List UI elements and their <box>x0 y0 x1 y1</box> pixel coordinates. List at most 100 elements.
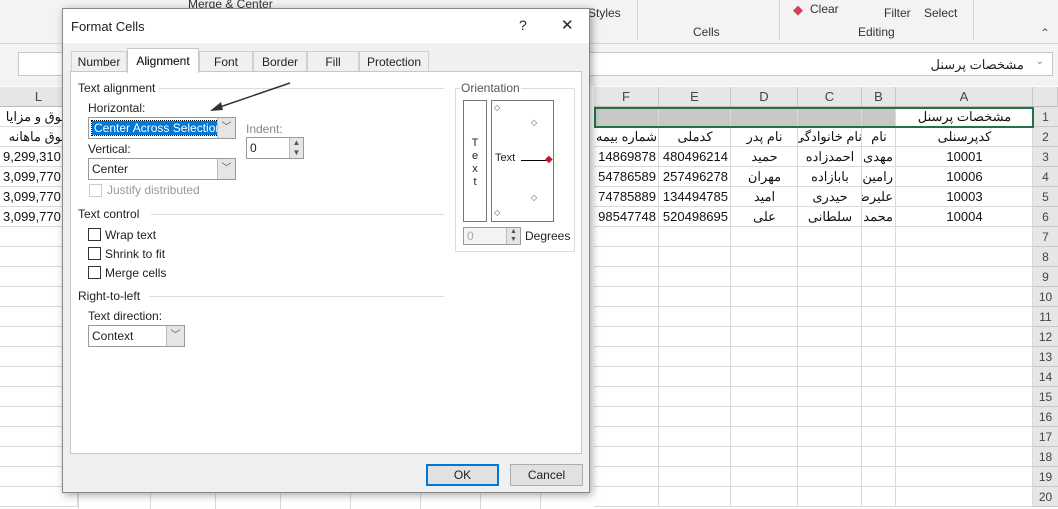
cell-A15[interactable] <box>896 387 1033 407</box>
tab-protection[interactable]: Protection <box>359 51 429 72</box>
tab-border[interactable]: Border <box>253 51 307 72</box>
data-cell-A6[interactable]: 10004 <box>896 207 1033 227</box>
chevron-down-icon[interactable]: ﹀ <box>217 118 235 138</box>
cell-C18[interactable] <box>798 447 862 467</box>
cell-C13[interactable] <box>798 347 862 367</box>
cell-E17[interactable] <box>659 427 731 447</box>
data-cell-E6[interactable]: 520498695 <box>659 207 731 227</box>
data-cell-F4[interactable]: 54786589 <box>594 167 659 187</box>
cell-A14[interactable] <box>896 367 1033 387</box>
cell-C16[interactable] <box>798 407 862 427</box>
cell-B19[interactable] <box>862 467 896 487</box>
cell-E16[interactable] <box>659 407 731 427</box>
cell-C7[interactable] <box>798 227 862 247</box>
cell-C17[interactable] <box>798 427 862 447</box>
data-cell-F6[interactable]: 98547748 <box>594 207 659 227</box>
cell-F17[interactable] <box>594 427 659 447</box>
row-header-3[interactable]: 3 <box>1033 147 1058 167</box>
spin-icon[interactable]: ▲ ▼ <box>289 138 303 158</box>
data-cell-C4[interactable]: بابازاده <box>798 167 862 187</box>
cell-C8[interactable] <box>798 247 862 267</box>
cell-A13[interactable] <box>896 347 1033 367</box>
cell-F9[interactable] <box>594 267 659 287</box>
data-cell-B3[interactable]: مهدی <box>862 147 896 167</box>
cell-F20[interactable] <box>594 487 659 507</box>
cell-E7[interactable] <box>659 227 731 247</box>
data-cell-E4[interactable]: 257496278 <box>659 167 731 187</box>
cell-C10[interactable] <box>798 287 862 307</box>
row-header-10[interactable]: 10 <box>1033 287 1058 307</box>
cell-E20[interactable] <box>659 487 731 507</box>
horizontal-select[interactable]: Center Across Selection ﹀ <box>88 117 236 139</box>
cell-C15[interactable] <box>798 387 862 407</box>
cell-A11[interactable] <box>896 307 1033 327</box>
merge-cells-checkbox[interactable] <box>88 266 101 279</box>
cell-A12[interactable] <box>896 327 1033 347</box>
shrink-to-fit-checkbox[interactable] <box>88 247 101 260</box>
cell-B9[interactable] <box>862 267 896 287</box>
header-cell-F[interactable]: شماره بیمه <box>594 127 659 147</box>
cell-A19[interactable] <box>896 467 1033 487</box>
cell-B18[interactable] <box>862 447 896 467</box>
tab-fill[interactable]: Fill <box>307 51 359 72</box>
row-header-7[interactable]: 7 <box>1033 227 1058 247</box>
row-header-17[interactable]: 17 <box>1033 427 1058 447</box>
column-header-E[interactable]: E <box>659 87 731 107</box>
column-header-C[interactable]: C <box>798 87 862 107</box>
cell-A9[interactable] <box>896 267 1033 287</box>
cell-E14[interactable] <box>659 367 731 387</box>
cell-F14[interactable] <box>594 367 659 387</box>
data-cell-C5[interactable]: حیدری <box>798 187 862 207</box>
degrees-stepper[interactable]: 0 ▲ ▼ <box>463 227 521 245</box>
cell-E18[interactable] <box>659 447 731 467</box>
cell-F19[interactable] <box>594 467 659 487</box>
cell-D7[interactable] <box>731 227 798 247</box>
text-direction-select[interactable]: Context ﹀ <box>88 325 185 347</box>
close-icon[interactable]: ✕ <box>561 16 574 34</box>
cell-B16[interactable] <box>862 407 896 427</box>
cell-F8[interactable] <box>594 247 659 267</box>
cell-E8[interactable] <box>659 247 731 267</box>
row-header-19[interactable]: 19 <box>1033 467 1058 487</box>
cell-styles-button[interactable]: Styles <box>588 6 621 20</box>
cell-C19[interactable] <box>798 467 862 487</box>
cell-B17[interactable] <box>862 427 896 447</box>
header-cell-B[interactable]: نام <box>862 127 896 147</box>
header-cell-C[interactable]: نام خانوادگی <box>798 127 862 147</box>
cell-C12[interactable] <box>798 327 862 347</box>
data-cell-D3[interactable]: حمید <box>731 147 798 167</box>
column-header-F[interactable]: F <box>594 87 659 107</box>
expand-formula-icon[interactable]: ⌄ <box>1036 56 1044 67</box>
justify-distributed-checkbox[interactable] <box>89 184 102 197</box>
cell-D18[interactable] <box>731 447 798 467</box>
cell-D14[interactable] <box>731 367 798 387</box>
row-header-5[interactable]: 5 <box>1033 187 1058 207</box>
row-header-12[interactable]: 12 <box>1033 327 1058 347</box>
row-header-1[interactable]: 1 <box>1033 107 1058 127</box>
data-cell-F3[interactable]: 14869878 <box>594 147 659 167</box>
help-button[interactable]: ? <box>519 17 527 33</box>
collapse-ribbon-icon[interactable]: ⌃ <box>1040 26 1050 40</box>
data-cell-E3[interactable]: 480496214 <box>659 147 731 167</box>
cell-C11[interactable] <box>798 307 862 327</box>
data-cell-D4[interactable]: مهران <box>731 167 798 187</box>
cell-C20[interactable] <box>798 487 862 507</box>
wrap-text-checkbox[interactable] <box>88 228 101 241</box>
cell-A10[interactable] <box>896 287 1033 307</box>
sort-filter-button[interactable]: Filter <box>884 6 911 20</box>
cell-E13[interactable] <box>659 347 731 367</box>
row-header-20[interactable]: 20 <box>1033 487 1058 507</box>
row-header-18[interactable]: 18 <box>1033 447 1058 467</box>
chevron-down-icon[interactable]: ﹀ <box>166 326 184 346</box>
cell-D16[interactable] <box>731 407 798 427</box>
data-cell-C6[interactable]: سلطانی <box>798 207 862 227</box>
column-header-D[interactable]: D <box>731 87 798 107</box>
column-header-B[interactable]: B <box>862 87 896 107</box>
cell-F7[interactable] <box>594 227 659 247</box>
cell-B13[interactable] <box>862 347 896 367</box>
data-cell-B4[interactable]: رامین <box>862 167 896 187</box>
cell-A18[interactable] <box>896 447 1033 467</box>
row-header-16[interactable]: 16 <box>1033 407 1058 427</box>
cell-D11[interactable] <box>731 307 798 327</box>
cell-E11[interactable] <box>659 307 731 327</box>
